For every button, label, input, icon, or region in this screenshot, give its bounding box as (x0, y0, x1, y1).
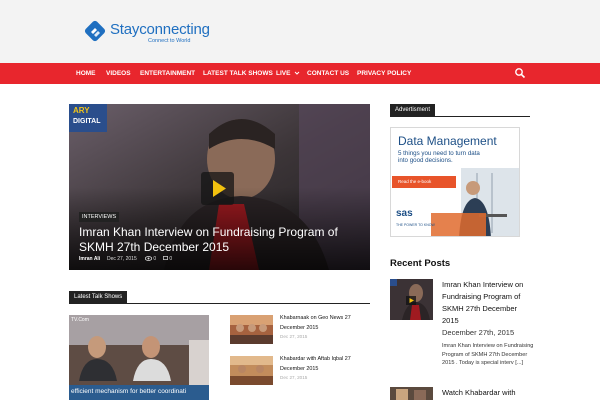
recent-post-title-2[interactable]: Watch Khabardar with (442, 387, 534, 399)
recent-posts-heading: Recent Posts (390, 258, 451, 269)
logo-name: Stayconnecting (110, 21, 210, 38)
ad-cta-button[interactable]: Read the e-book (392, 176, 456, 188)
site-header: Stayconnecting Connect to World (0, 0, 600, 63)
channel-watermark: ARY (73, 106, 90, 115)
advertisement-rule (390, 116, 530, 117)
latest-talk-shows-label: Latest Talk Shows (69, 291, 128, 303)
post-comments-count: 0 (169, 256, 173, 262)
talk-show-thumbnail-1[interactable] (230, 315, 273, 344)
talk-show-featured-image[interactable]: TV.Com efficient mechanism for better co… (69, 315, 209, 400)
search-icon[interactable] (514, 67, 526, 79)
logo-tagline: Connect to World (148, 38, 191, 44)
nav-item-videos[interactable]: VIDEOS (106, 63, 131, 84)
recent-post-image (390, 279, 433, 320)
ad-brand-tagline: THE POWER TO KNOW (396, 223, 435, 227)
talk-show-title-2[interactable]: Khabardar with Aftab Iqbal 27 December 2… (280, 355, 368, 374)
talk-show-date-2: Dec 27, 2015 (280, 375, 308, 380)
recent-post-title[interactable]: Imran Khan Interview on Fundraising Prog… (442, 279, 534, 327)
talk-show-title-1[interactable]: Khabarnaak on Geo News 27 December 2015 (280, 314, 368, 333)
chevron-down-icon (294, 71, 300, 75)
nav-item-home[interactable]: HOME (76, 63, 96, 84)
talk-show-thumbnail-2[interactable] (230, 356, 273, 385)
nav-item-contact-us[interactable]: CONTACT US (307, 63, 349, 84)
recent-post-image-2 (390, 387, 433, 400)
latest-talk-shows-rule (69, 303, 370, 304)
ad-brand-logo: sas (396, 208, 413, 219)
ad-headline: Data Management (398, 134, 497, 148)
category-badge[interactable]: INTERVIEWS (79, 212, 120, 222)
post-views: 0 (144, 256, 157, 262)
play-icon (213, 180, 226, 197)
nav-item-entertainment[interactable]: ENTERTAINMENT (140, 63, 195, 84)
nav-item-live-label: LIVE (276, 70, 291, 77)
talk-show-caption: efficient mechanism for better coordinat… (71, 388, 187, 395)
advertisement-label: Advertisment (390, 104, 436, 116)
nav-item-live[interactable]: LIVE (276, 63, 300, 84)
comment-icon (163, 256, 168, 261)
talk-show-thumbnail-image-2 (230, 356, 273, 385)
play-button[interactable] (201, 172, 234, 205)
recent-post-excerpt: Imran Khan Interview on Fundraising Prog… (442, 343, 534, 366)
talk-show-watermark: TV.Com (71, 317, 89, 323)
nav-item-latest-talk-shows[interactable]: LATEST TALK SHOWS (203, 63, 273, 84)
talk-show-thumbnail-image-1 (230, 315, 273, 344)
nav-item-privacy-policy[interactable]: PRIVACY POLICY (357, 63, 411, 84)
site-logo[interactable]: Stayconnecting Connect to World (84, 18, 210, 48)
recent-post-date: December 27th, 2015 (442, 328, 515, 337)
recent-post-thumbnail-2[interactable] (390, 387, 433, 400)
post-views-count: 0 (153, 256, 157, 262)
post-date: Dec 27, 2015 (107, 256, 137, 262)
eye-icon (144, 256, 153, 262)
post-comments: 0 (163, 256, 172, 262)
talk-show-date-1: Dec 27, 2015 (280, 334, 308, 339)
logo-icon (84, 20, 106, 42)
ad-subtext: 5 things you need to turn data into good… (398, 150, 480, 164)
advertisement-banner[interactable]: Data Management 5 things you need to tur… (390, 127, 520, 237)
featured-post-title[interactable]: Imran Khan Interview on Fundraising Prog… (79, 225, 364, 255)
post-author[interactable]: Imran Ali (79, 256, 100, 262)
channel-watermark-sub: DIGITAL (73, 118, 101, 125)
recent-post-thumbnail[interactable] (390, 279, 433, 320)
main-nav: HOME VIDEOS ENTERTAINMENT LATEST TALK SH… (0, 63, 600, 84)
